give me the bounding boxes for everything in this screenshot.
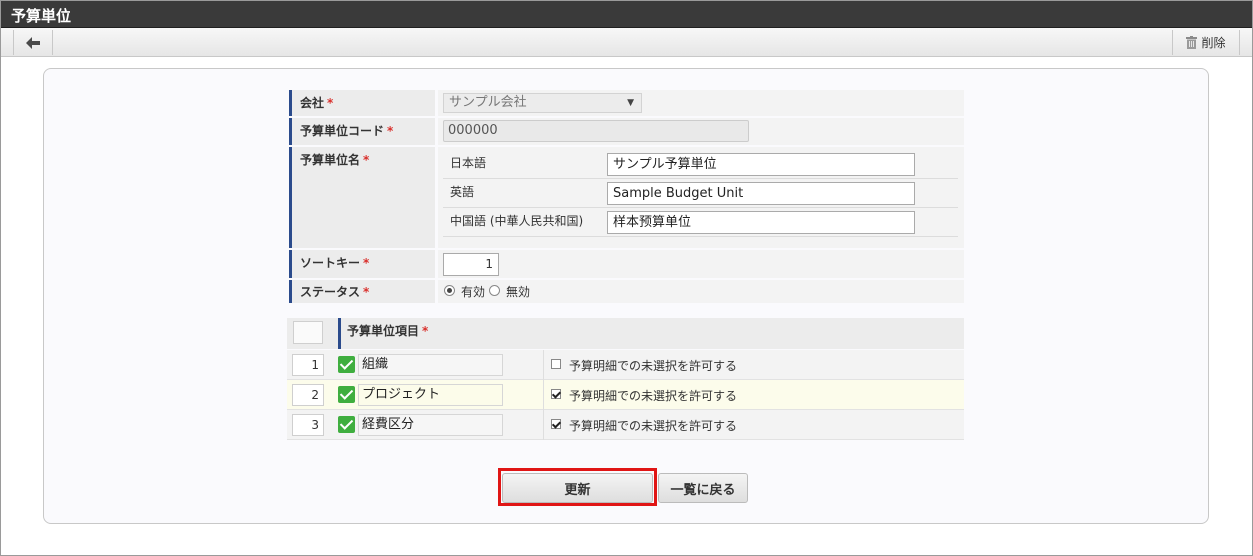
- row-number-input[interactable]: 1: [292, 354, 324, 376]
- code-label-cell: 予算単位コード *: [289, 118, 435, 145]
- sort-key-input[interactable]: 1: [443, 253, 499, 276]
- name-zh-input[interactable]: 样本预算单位: [607, 211, 915, 234]
- row-number-input[interactable]: 3: [292, 414, 324, 436]
- lang-label-en: 英語: [450, 185, 475, 199]
- item-name-field: 組織: [358, 354, 503, 376]
- name-ja-input[interactable]: サンプル予算単位: [607, 153, 915, 176]
- table-row: 3 経費区分 予算明細での未選択を許可する: [287, 410, 964, 440]
- item-name-field: プロジェクト: [358, 384, 503, 406]
- row-number-input[interactable]: 2: [292, 384, 324, 406]
- delete-button[interactable]: 削除: [1172, 30, 1240, 55]
- company-select-value: サンプル会社: [449, 95, 527, 110]
- item-enabled-checkbox[interactable]: [338, 386, 355, 403]
- arrow-left-icon: [26, 36, 40, 49]
- required-mark: *: [327, 96, 334, 110]
- divider: [443, 236, 958, 237]
- divider: [443, 178, 958, 179]
- required-mark: *: [363, 285, 370, 299]
- required-mark: *: [387, 124, 394, 138]
- title-bar: 予算単位: [1, 1, 1252, 28]
- items-header-label: 予算単位項目 *: [338, 318, 428, 349]
- allow-unselected-checkbox[interactable]: [551, 389, 561, 399]
- allow-unselected-label: 予算明細での未選択を許可する: [569, 419, 738, 433]
- back-button[interactable]: [13, 30, 53, 55]
- status-label-cell: ステータス *: [289, 280, 435, 303]
- toolbar: 削除: [1, 28, 1252, 57]
- allow-unselected-checkbox[interactable]: [551, 359, 561, 369]
- table-row: 1 組織 予算明細での未選択を許可する: [287, 350, 964, 380]
- trash-icon: [1186, 36, 1198, 49]
- delete-label: 削除: [1201, 36, 1226, 50]
- status-inactive-label: 無効: [506, 285, 531, 299]
- chevron-down-icon: ▼: [627, 98, 634, 108]
- back-to-list-button[interactable]: 一覧に戻る: [658, 473, 748, 503]
- divider: [443, 207, 958, 208]
- allow-unselected-label: 予算明細での未選択を許可する: [569, 389, 738, 403]
- allow-unselected-label: 予算明細での未選択を許可する: [569, 359, 738, 373]
- status-inactive-radio[interactable]: [489, 285, 500, 296]
- required-mark: *: [422, 324, 429, 338]
- cell-divider: [543, 380, 544, 410]
- table-row: 2 プロジェクト 予算明細での未選択を許可する: [287, 380, 964, 410]
- lang-label-ja: 日本語: [450, 156, 487, 170]
- status-active-radio[interactable]: [444, 285, 455, 296]
- item-enabled-checkbox[interactable]: [338, 356, 355, 373]
- code-label: 予算単位コード: [300, 124, 385, 138]
- cell-divider: [543, 350, 544, 380]
- required-mark: *: [363, 256, 370, 270]
- name-label-cell: 予算単位名 *: [289, 147, 435, 248]
- sort-key-value-cell: [438, 250, 964, 278]
- sort-key-label: ソートキー: [300, 256, 361, 270]
- items-header-number-cell: [293, 321, 323, 344]
- company-label-cell: 会社 *: [289, 90, 435, 116]
- update-button[interactable]: 更新: [502, 473, 653, 503]
- page-title: 予算単位: [11, 7, 72, 25]
- company-select[interactable]: サンプル会社 ▼: [443, 93, 642, 113]
- code-field: 000000: [443, 120, 749, 142]
- status-label: ステータス: [300, 285, 361, 299]
- required-mark: *: [363, 153, 370, 167]
- name-label: 予算単位名: [300, 153, 361, 167]
- name-en-input[interactable]: Sample Budget Unit: [607, 182, 915, 205]
- cell-divider: [543, 410, 544, 440]
- status-active-label: 有効: [461, 285, 486, 299]
- item-enabled-checkbox[interactable]: [338, 416, 355, 433]
- company-label: 会社: [300, 96, 325, 110]
- item-name-field: 経費区分: [358, 414, 503, 436]
- allow-unselected-checkbox[interactable]: [551, 419, 561, 429]
- lang-label-zh: 中国語 (中華人民共和国): [450, 214, 584, 228]
- sort-key-label-cell: ソートキー *: [289, 250, 435, 278]
